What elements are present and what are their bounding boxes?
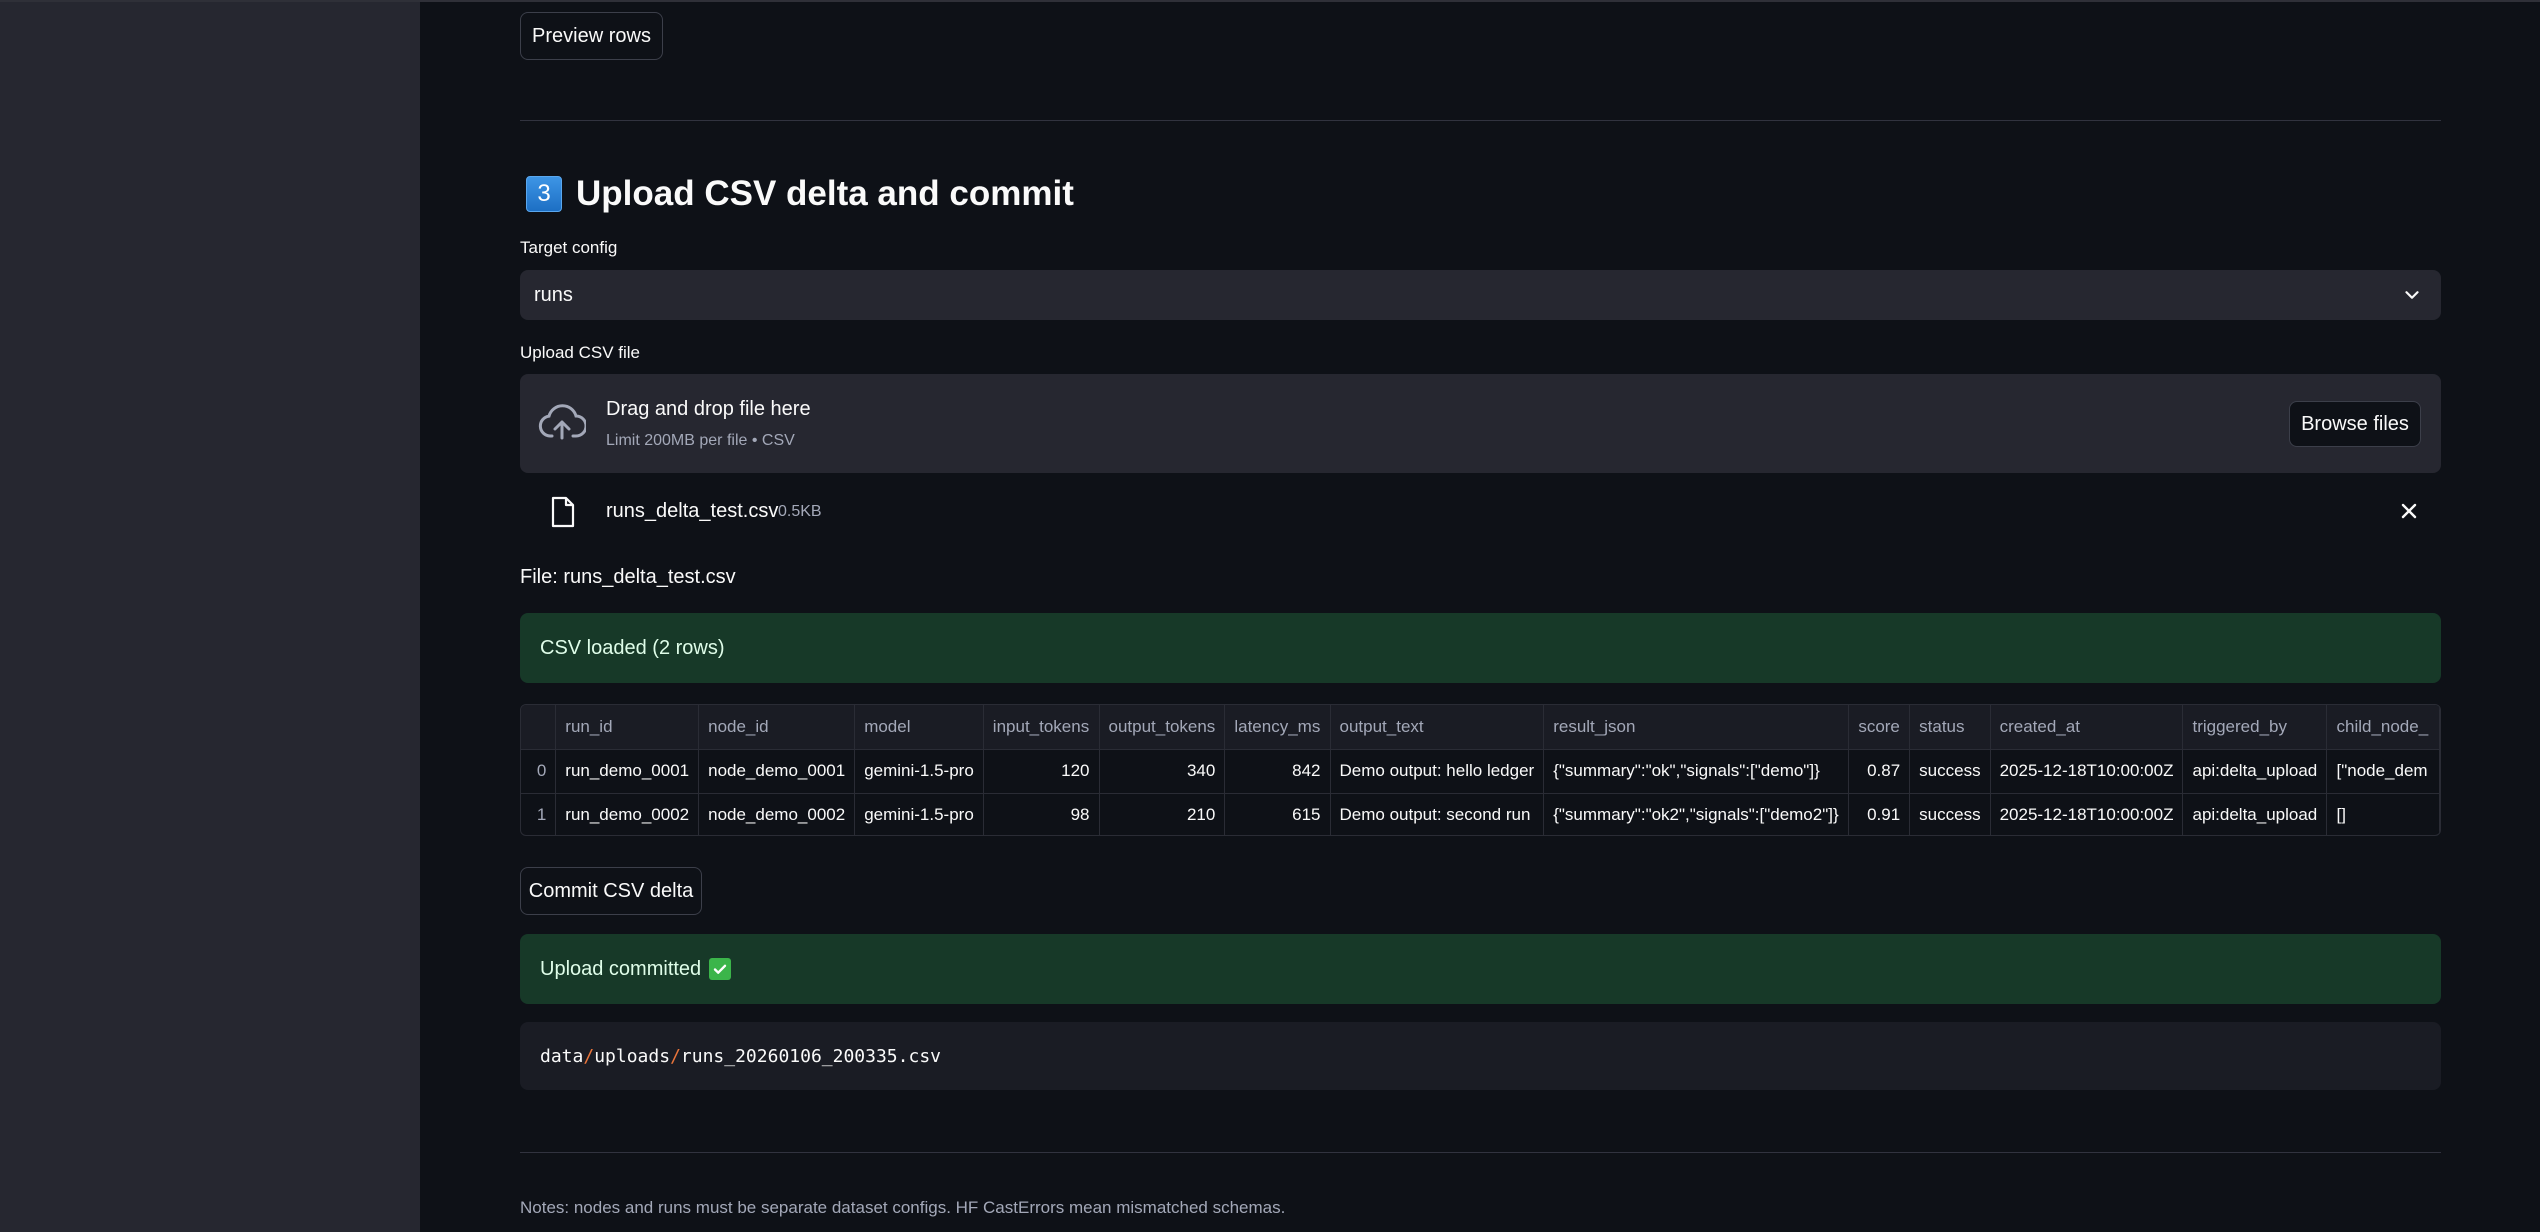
path-segment: runs_20260106_200335.csv — [680, 1045, 941, 1067]
file-caption: File: runs_delta_test.csv — [520, 566, 736, 588]
column-header[interactable]: created_at — [1990, 705, 2184, 750]
column-header[interactable]: child_node_ — [2326, 705, 2440, 750]
table-cell[interactable]: node_demo_0002 — [698, 793, 856, 835]
browse-files-button[interactable]: Browse files — [2289, 401, 2421, 447]
section-title: Upload CSV delta and commit — [576, 174, 1074, 213]
table-cell[interactable]: 1 — [521, 793, 557, 835]
target-config-select[interactable]: runs — [520, 270, 2441, 320]
table-cell[interactable]: node_demo_0001 — [698, 749, 856, 794]
path-separator: / — [583, 1045, 595, 1067]
column-header[interactable]: latency_ms — [1224, 705, 1331, 750]
cloud-upload-icon — [538, 404, 586, 440]
table-cell[interactable]: ["node_dem — [2326, 749, 2440, 794]
table-cell[interactable]: 210 — [1099, 793, 1226, 835]
table-row: 0 run_demo_0001 node_demo_0001 gemini-1.… — [521, 749, 2440, 794]
table-header-row: run_id node_id model input_tokens output… — [521, 705, 2440, 750]
upload-committed-message: Upload committed — [540, 957, 702, 980]
table-cell[interactable]: 120 — [983, 749, 1100, 794]
table-cell[interactable]: api:delta_upload — [2182, 749, 2328, 794]
chevron-down-icon — [2405, 291, 2419, 299]
preview-rows-button[interactable]: Preview rows — [520, 12, 663, 60]
table-cell[interactable]: success — [1909, 793, 1991, 835]
table-cell[interactable]: 0.91 — [1848, 793, 1911, 835]
table-cell[interactable]: run_demo_0001 — [555, 749, 700, 794]
divider — [520, 1152, 2441, 1153]
column-header[interactable]: node_id — [698, 705, 856, 750]
column-header[interactable]: status — [1909, 705, 1991, 750]
uploaded-file-row: runs_delta_test.csv 0.5KB — [520, 490, 2441, 534]
table-cell[interactable]: 0 — [521, 749, 557, 794]
table-cell[interactable]: 2025-12-18T10:00:00Z — [1990, 793, 2184, 835]
table-cell[interactable]: success — [1909, 749, 1991, 794]
dropzone-title: Drag and drop file here — [606, 398, 811, 420]
csv-loaded-message: CSV loaded (2 rows) — [540, 636, 725, 659]
column-header[interactable]: score — [1848, 705, 1911, 750]
table-cell[interactable]: {"summary":"ok2","signals":["demo2"]} — [1543, 793, 1850, 835]
uploaded-file-size: 0.5KB — [778, 503, 822, 520]
table-cell[interactable]: gemini-1.5-pro — [854, 793, 984, 835]
section-heading: 3 Upload CSV delta and commit — [526, 170, 1074, 218]
check-box-icon — [709, 958, 732, 980]
table-cell[interactable]: gemini-1.5-pro — [854, 749, 984, 794]
column-header[interactable]: output_text — [1330, 705, 1545, 750]
column-header[interactable]: output_tokens — [1099, 705, 1226, 750]
csv-loaded-alert: CSV loaded (2 rows) — [520, 613, 2441, 683]
data-table[interactable]: run_id node_id model input_tokens output… — [520, 704, 2441, 836]
target-config-label: Target config — [520, 238, 618, 257]
table-cell[interactable]: api:delta_upload — [2182, 793, 2328, 835]
column-header[interactable]: run_id — [555, 705, 700, 750]
table-cell[interactable]: run_demo_0002 — [555, 793, 700, 835]
commit-csv-delta-button[interactable]: Commit CSV delta — [520, 867, 702, 915]
table-cell[interactable]: 615 — [1224, 793, 1331, 835]
sidebar — [0, 2, 420, 1232]
path-segment: data — [540, 1045, 584, 1067]
path-segment: uploads — [594, 1045, 671, 1067]
table-cell[interactable]: {"summary":"ok","signals":["demo"]} — [1543, 749, 1850, 794]
keycap-number-icon: 3 — [526, 176, 562, 212]
file-icon — [551, 496, 575, 528]
column-header[interactable]: input_tokens — [983, 705, 1100, 750]
column-header[interactable] — [521, 705, 557, 750]
notes-text: Notes: nodes and runs must be separate d… — [520, 1198, 1286, 1217]
table-cell[interactable]: Demo output: hello ledger — [1330, 749, 1545, 794]
close-icon[interactable] — [2397, 499, 2421, 523]
file-dropzone[interactable]: Drag and drop file here Limit 200MB per … — [520, 374, 2441, 473]
table-row: 1 run_demo_0002 node_demo_0002 gemini-1.… — [521, 793, 2440, 835]
upload-csv-label: Upload CSV file — [520, 343, 641, 362]
table-cell[interactable]: 98 — [983, 793, 1100, 835]
table-cell[interactable]: 2025-12-18T10:00:00Z — [1990, 749, 2184, 794]
path-separator: / — [670, 1045, 681, 1067]
divider — [520, 120, 2441, 121]
target-config-value: runs — [534, 283, 573, 306]
output-path-code: data / uploads / runs_20260106_200335.csv — [520, 1022, 2441, 1090]
table-cell[interactable]: 842 — [1224, 749, 1331, 794]
uploaded-file-name: runs_delta_test.csv — [606, 500, 779, 522]
table-cell[interactable]: Demo output: second run — [1330, 793, 1545, 835]
table-cell[interactable]: [] — [2326, 793, 2440, 835]
table-cell[interactable]: 0.87 — [1848, 749, 1911, 794]
column-header[interactable]: triggered_by — [2182, 705, 2328, 750]
main-content: Preview rows 3 Upload CSV delta and comm… — [520, 2, 2441, 1232]
table-cell[interactable]: 340 — [1099, 749, 1226, 794]
dropzone-limit: Limit 200MB per file • CSV — [606, 432, 795, 449]
column-header[interactable]: result_json — [1543, 705, 1850, 750]
upload-committed-alert: Upload committed — [520, 934, 2441, 1004]
column-header[interactable]: model — [854, 705, 984, 750]
